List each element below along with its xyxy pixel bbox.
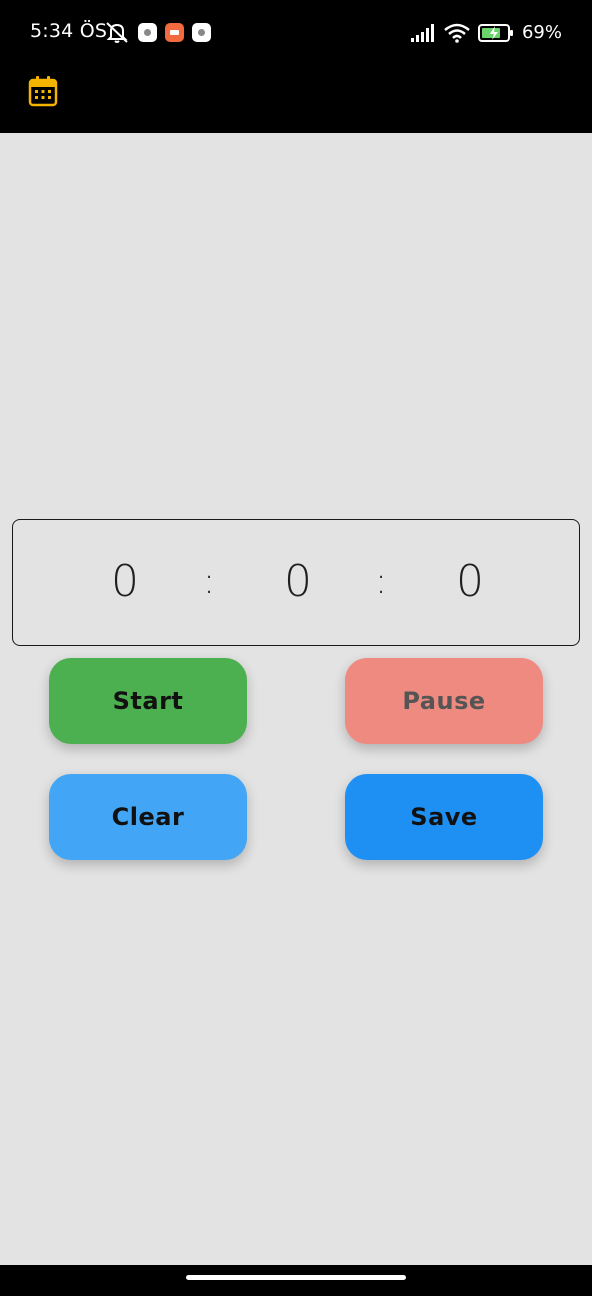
battery-charging-icon [477,23,513,42]
notification-icon [192,22,211,42]
home-indicator[interactable] [186,1275,406,1280]
mute-icon [106,22,128,43]
save-button[interactable]: Save [345,774,543,860]
timer-seconds: 0 [456,556,484,607]
timer-hours: 0 [111,556,139,607]
battery-percent: 69% [521,22,562,43]
status-time: 5:34 ÖS [30,20,108,42]
timer-separator: : [375,561,388,602]
start-button[interactable]: Start [49,658,247,744]
timer-separator: : [203,561,216,602]
timer-minutes: 0 [284,556,312,607]
clear-button[interactable]: Clear [49,774,247,860]
notification-icon [138,22,157,42]
app-bar [0,66,592,133]
wifi-icon [444,23,470,43]
timer-display: 0 : 0 : 0 [12,519,580,646]
navigation-bar [0,1265,592,1296]
status-left-icons [104,20,211,44]
calendar-icon[interactable] [28,75,58,107]
status-right-icons: 69% [410,22,562,43]
signal-icon [410,23,434,42]
notification-icon [165,22,184,42]
pause-button[interactable]: Pause [345,658,543,744]
main-content: 0 : 0 : 0 Start Pause Clear Save [0,133,592,1265]
status-bar: 5:34 ÖS 69% [0,0,592,66]
